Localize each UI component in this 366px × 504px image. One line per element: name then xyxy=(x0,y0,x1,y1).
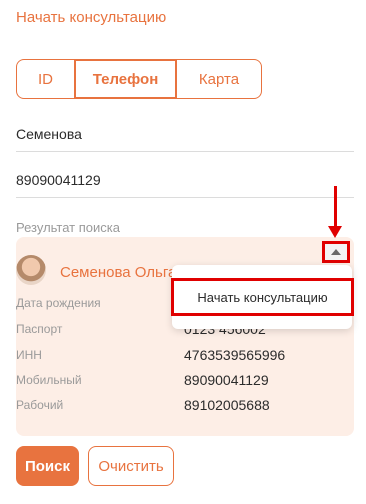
tab-id[interactable]: ID xyxy=(16,59,75,99)
row-label-birthdate: Дата рождения xyxy=(16,296,101,310)
card-menu-toggle[interactable] xyxy=(322,241,350,263)
start-consultation-menu-item[interactable]: Начать консультацию xyxy=(171,278,354,316)
clear-button[interactable]: Очистить xyxy=(88,446,174,486)
patient-name[interactable]: Семенова Ольга xyxy=(60,264,176,281)
surname-field[interactable]: Семенова xyxy=(16,122,354,152)
tab-card[interactable]: Карта xyxy=(176,59,262,99)
tab-phone[interactable]: Телефон xyxy=(74,59,177,99)
page-title: Начать консультацию xyxy=(16,9,167,26)
row-value-inn: 4763539565996 xyxy=(184,347,286,363)
row-label-inn: ИНН xyxy=(16,348,42,362)
row-value-mobile: 89090041129 xyxy=(184,372,269,388)
search-result-label: Результат поиска xyxy=(16,220,120,235)
row-value-work: 89102005688 xyxy=(184,397,270,413)
row-label-passport: Паспорт xyxy=(16,322,63,336)
phone-field[interactable]: 89090041129 xyxy=(16,168,354,198)
annotation-arrow xyxy=(334,186,337,228)
search-mode-tabs: ID Телефон Карта xyxy=(16,59,262,99)
card-action-menu: Начать консультацию xyxy=(171,265,354,329)
caret-up-icon xyxy=(331,249,341,255)
row-label-work: Рабочий xyxy=(16,398,64,412)
annotation-arrow-head xyxy=(328,226,342,238)
avatar xyxy=(16,255,46,285)
row-label-mobile: Мобильный xyxy=(16,373,82,387)
search-button[interactable]: Поиск xyxy=(16,446,79,486)
